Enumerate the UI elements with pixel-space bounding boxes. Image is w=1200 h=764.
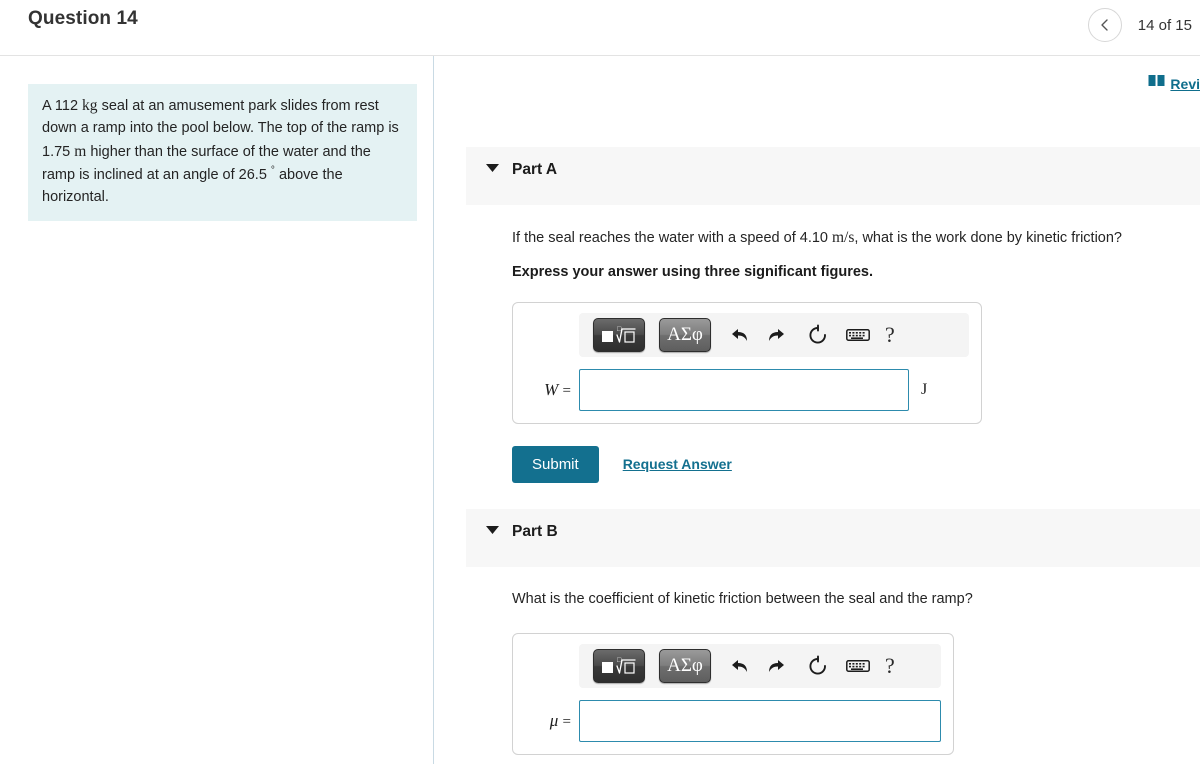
content-area: A 112 kg seal at an amusement park slide…	[0, 56, 1200, 764]
part-a-label: Part A	[512, 161, 558, 178]
reset-icon[interactable]	[805, 653, 831, 679]
part-b-math-toolbar: □ ΑΣφ ?	[579, 643, 941, 688]
keyboard-icon[interactable]	[845, 653, 871, 679]
part-b-variable-label: μ =	[525, 711, 571, 731]
part-a-header[interactable]: Part A	[466, 147, 1200, 205]
part-a-submit-button[interactable]: Submit	[512, 445, 599, 483]
part-a-request-answer-link[interactable]: Request Answer	[623, 456, 732, 472]
review-link[interactable]: Revi	[1170, 76, 1200, 92]
question-unit-kg: kg	[82, 97, 98, 114]
greek-symbols-button[interactable]: ΑΣφ	[659, 317, 711, 352]
part-b-answer-input[interactable]	[579, 699, 941, 742]
part-a-variable-label: W =	[525, 380, 571, 400]
part-a-field-row: W = J	[525, 368, 969, 411]
part-a-prompt-text-1: If the seal reaches the water with a spe…	[512, 230, 832, 246]
part-a-body: If the seal reaches the water with a spe…	[512, 226, 1200, 483]
page-title: Question 14	[28, 8, 138, 29]
caret-down-icon[interactable]	[480, 523, 504, 535]
part-b-body: What is the coefficient of kinetic frict…	[512, 589, 1200, 764]
question-statement: A 112 kg seal at an amusement park slide…	[28, 84, 417, 221]
caret-down-icon[interactable]	[480, 161, 504, 173]
undo-icon[interactable]	[725, 322, 751, 348]
part-b-equals: =	[562, 713, 571, 730]
part-b-field-row: μ =	[525, 699, 941, 742]
part-a-answer-input[interactable]	[579, 368, 909, 411]
greek-button-label: ΑΣφ	[667, 655, 703, 677]
part-b-prompt: What is the coefficient of kinetic frict…	[512, 591, 973, 607]
help-icon[interactable]: ?	[885, 654, 895, 677]
part-a-prompt-text-2: , what is the work done by kinetic frict…	[854, 230, 1122, 246]
part-b-variable: μ	[549, 710, 559, 730]
keyboard-icon[interactable]	[845, 322, 871, 348]
book-icon	[1148, 74, 1165, 93]
page-counter: 14 of 15	[1137, 16, 1192, 34]
question-unit-m: m	[74, 142, 87, 160]
part-a-unit-label: J	[921, 380, 928, 398]
review-link-row[interactable]: Revi	[1148, 74, 1200, 93]
chevron-left-icon	[1098, 18, 1112, 32]
part-a-equals: =	[562, 382, 571, 399]
redo-icon[interactable]	[765, 653, 791, 679]
part-b-answer-box: □ ΑΣφ ? μ =	[512, 632, 954, 755]
math-template-button[interactable]: □	[593, 648, 645, 683]
part-a-instruction: Express your answer using three signific…	[512, 263, 873, 280]
previous-question-button[interactable]	[1087, 8, 1122, 42]
part-a-answer-box: □ ΑΣφ ? W = J	[512, 301, 982, 424]
part-a-math-toolbar: □ ΑΣφ ?	[579, 312, 969, 357]
part-a-variable: W	[544, 379, 559, 399]
help-icon[interactable]: ?	[885, 323, 895, 346]
answer-panel: Revi Part A If the seal reaches the wate…	[435, 56, 1200, 764]
page-header: Question 14 14 of 15	[0, 0, 1200, 56]
question-panel: A 112 kg seal at an amusement park slide…	[0, 56, 434, 764]
question-text-1: A 112	[42, 98, 83, 114]
greek-symbols-button[interactable]: ΑΣφ	[659, 648, 711, 683]
greek-button-label: ΑΣφ	[667, 324, 703, 346]
reset-icon[interactable]	[805, 322, 831, 348]
part-a-actions: Submit Request Answer	[512, 445, 1200, 483]
part-b-header[interactable]: Part B	[466, 509, 1200, 567]
redo-icon[interactable]	[765, 322, 791, 348]
header-navigation: 14 of 15	[1087, 8, 1192, 42]
undo-icon[interactable]	[725, 653, 751, 679]
part-a-prompt: If the seal reaches the water with a spe…	[512, 226, 1200, 250]
part-b-label: Part B	[512, 523, 558, 540]
part-a-prompt-unit: m/s	[832, 229, 855, 246]
math-template-button[interactable]: □	[593, 317, 645, 352]
